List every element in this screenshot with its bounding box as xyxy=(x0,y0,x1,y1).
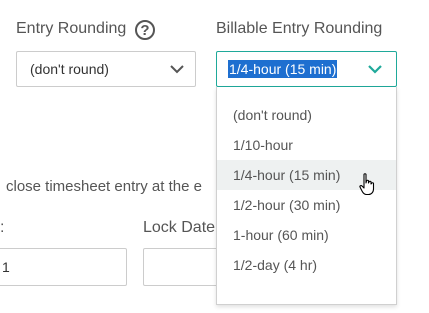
hand-cursor-icon xyxy=(358,172,378,201)
entry-rounding-select[interactable]: (don't round) xyxy=(16,51,196,87)
chevron-down-icon xyxy=(169,61,185,82)
dropdown-option[interactable]: 1/2-day (4 hr) xyxy=(217,250,396,280)
billable-rounding-value: 1/4-hour (15 min) xyxy=(228,60,338,78)
billable-rounding-label: Billable Entry Rounding xyxy=(216,20,383,37)
auto-close-text: close timesheet entry at the e xyxy=(6,178,202,195)
chevron-down-icon xyxy=(367,61,383,82)
lock-date-input[interactable] xyxy=(143,248,223,286)
dropdown-option[interactable]: 1-hour (60 min) xyxy=(217,220,396,250)
help-icon[interactable]: ? xyxy=(135,20,155,40)
left-field-label: : xyxy=(0,219,5,236)
dropdown-option[interactable]: 1/10-hour xyxy=(217,130,396,160)
entry-rounding-label: Entry Rounding xyxy=(16,20,127,37)
left-field-input[interactable]: 1 xyxy=(0,248,127,286)
billable-rounding-select[interactable]: 1/4-hour (15 min) xyxy=(216,51,397,87)
dropdown-option[interactable]: (don't round) xyxy=(217,100,396,130)
lock-date-label: Lock Date xyxy=(143,219,216,236)
entry-rounding-value: (don't round) xyxy=(30,61,109,77)
left-field-value: 1 xyxy=(2,259,10,275)
